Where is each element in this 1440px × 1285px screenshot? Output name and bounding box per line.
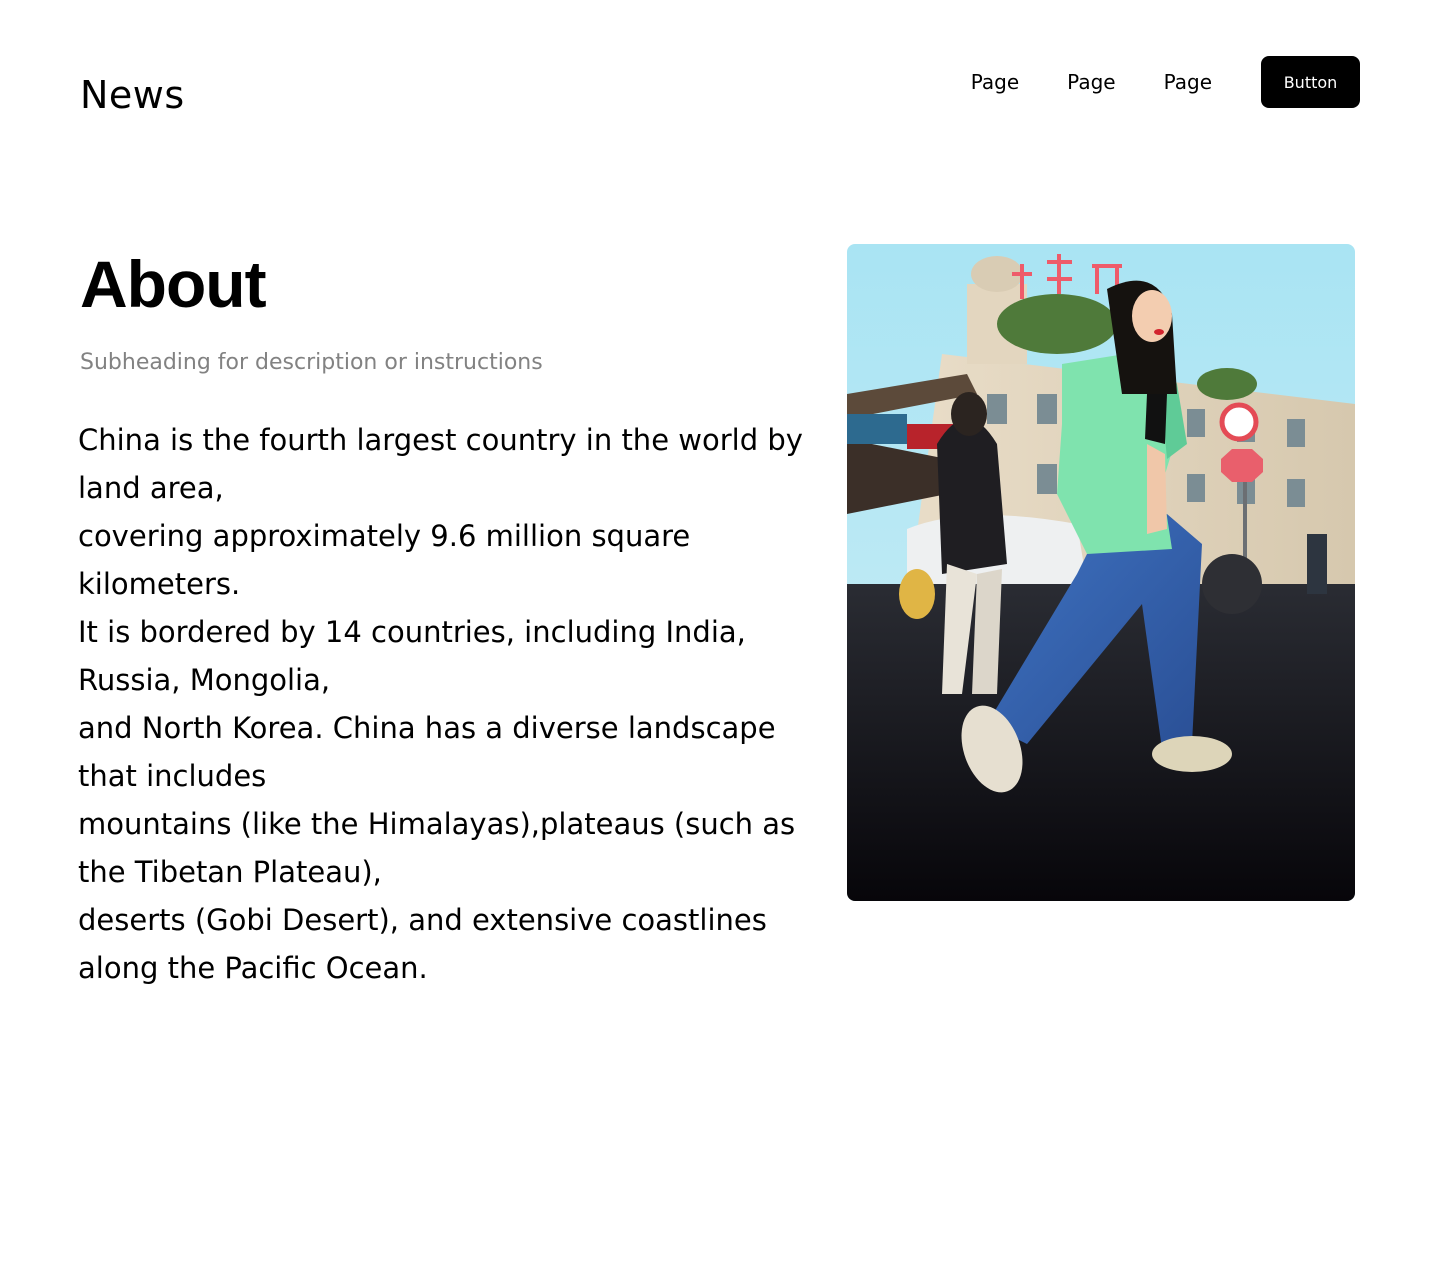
paragraph-line: covering approximately 9.6 million squar…	[78, 519, 691, 601]
top-nav: Page Page Page Button	[971, 56, 1360, 108]
header-cta-button[interactable]: Button	[1261, 56, 1360, 108]
paragraph-line: deserts (Gobi Desert), and extensive coa…	[78, 903, 767, 985]
paragraph-line: mountains (like the Himalayas),plateaus …	[78, 807, 796, 889]
page-subheading: Subheading for description or instructio…	[80, 350, 543, 375]
paragraph-line: and North Korea. China has a diverse lan…	[78, 711, 776, 793]
about-paragraph: China is the fourth largest country in t…	[78, 416, 823, 992]
nav-link-page-2[interactable]: Page	[1067, 56, 1115, 108]
nav-link-page-3[interactable]: Page	[1164, 56, 1212, 108]
paragraph-line: China is the fourth largest country in t…	[78, 423, 803, 505]
paragraph-line: It is bordered by 14 countries, includin…	[78, 615, 746, 697]
about-photo	[847, 244, 1355, 901]
site-logo[interactable]: News	[80, 72, 185, 118]
nav-link-page-1[interactable]: Page	[971, 56, 1019, 108]
site-header: News Page Page Page Button	[0, 0, 1440, 160]
page-title: About	[80, 247, 267, 321]
